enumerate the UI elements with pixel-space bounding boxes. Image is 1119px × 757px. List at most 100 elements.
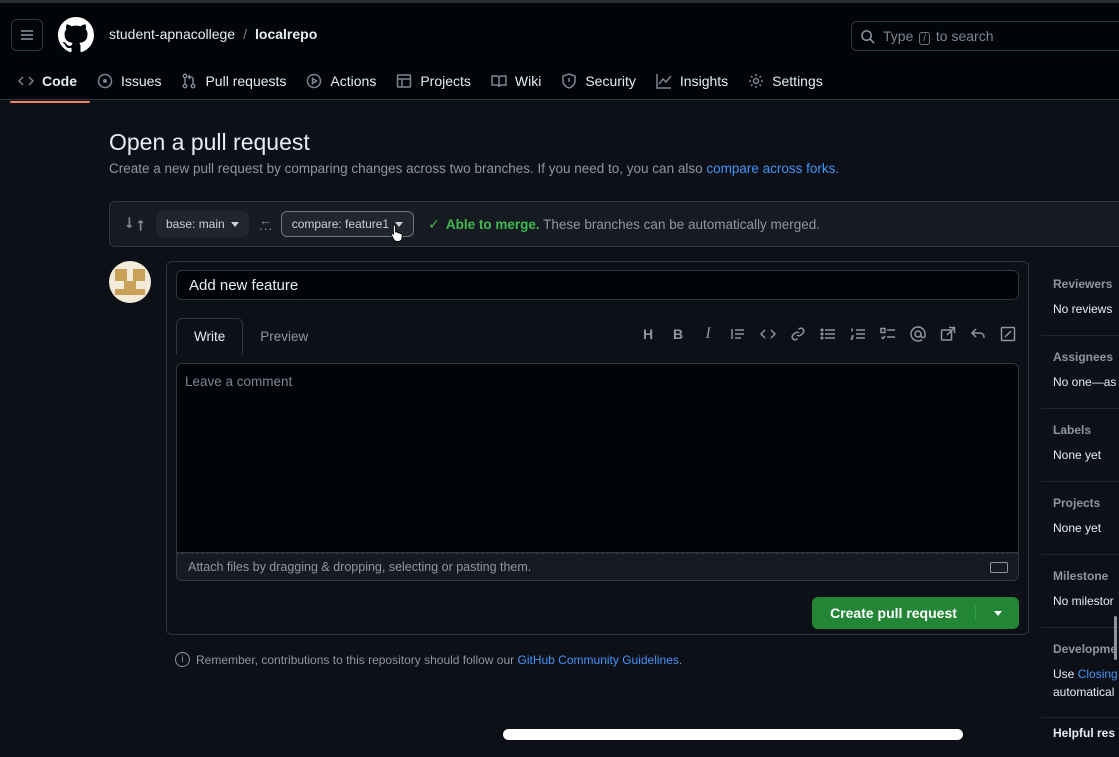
git-compare-icon (126, 217, 144, 231)
global-header: student-apnacollege / localrepo Type / t… (0, 0, 1119, 103)
quote-icon[interactable] (728, 324, 748, 344)
scrollbar[interactable] (1114, 616, 1117, 660)
github-logo-icon[interactable] (58, 17, 94, 53)
hamburger-icon (21, 30, 33, 40)
unordered-list-icon[interactable] (818, 324, 838, 344)
markdown-icon (990, 562, 1008, 573)
compare-forks-link[interactable]: compare across forks. (706, 161, 839, 176)
tab-wiki[interactable]: Wiki (489, 65, 554, 97)
tab-label: Security (585, 73, 636, 89)
repo-nav: Code Issues Pull requests Actions Projec… (0, 65, 841, 103)
arrow-left-icon: ← ··· (258, 212, 273, 236)
search-icon (861, 29, 875, 44)
tab-label: Actions (330, 73, 377, 89)
search-placeholder: Type / to search (883, 27, 994, 45)
cross-reference-icon[interactable] (938, 324, 958, 344)
sidebar-projects[interactable]: Projects None yet (1041, 482, 1119, 555)
tab-projects[interactable]: Projects (394, 65, 484, 97)
code-icon[interactable] (758, 324, 778, 344)
merge-status-detail: These branches can be automatically merg… (543, 216, 821, 232)
issue-icon (97, 73, 113, 89)
page-title: Open a pull request (109, 129, 310, 155)
ordered-list-icon[interactable] (848, 324, 868, 344)
repo-owner-link[interactable]: student-apnacollege (109, 26, 235, 42)
sidebar-value: automatical (1053, 685, 1115, 699)
create-pull-request-button[interactable]: Create pull request (812, 597, 1019, 629)
tab-label: Settings (772, 73, 823, 89)
create-options-dropdown[interactable] (976, 610, 1019, 616)
comment-textarea[interactable]: Leave a comment (176, 363, 1019, 553)
sidebar-reviewers[interactable]: Reviewers No reviews (1041, 263, 1119, 336)
tab-security[interactable]: Security (559, 65, 649, 97)
page-subtitle: Create a new pull request by comparing c… (109, 161, 840, 176)
pr-sidebar: Reviewers No reviews Assignees No one—as… (1041, 263, 1119, 740)
base-branch-label: base: main (166, 217, 225, 231)
tab-label: Pull requests (205, 73, 287, 89)
sidebar-heading: Assignees (1053, 350, 1114, 364)
shield-icon (562, 73, 577, 89)
repo-name-link[interactable]: localrepo (255, 26, 317, 42)
table-icon (397, 74, 412, 88)
pull-request-form: Add new feature Write Preview H B I Leav… (166, 261, 1029, 635)
search-shortcut-key: / (919, 31, 931, 45)
sidebar-heading: Projects (1053, 496, 1101, 510)
graph-icon (656, 74, 672, 89)
bold-icon[interactable]: B (668, 324, 688, 344)
sidebar-milestone[interactable]: Milestone No milestor (1041, 555, 1119, 628)
main-content: Open a pull request Create a new pull re… (0, 101, 1119, 757)
search-input[interactable]: Type / to search (851, 21, 1119, 51)
file-attachment-area[interactable]: Attach files by dragging & dropping, sel… (176, 553, 1019, 581)
editor-tabs: Write Preview (176, 318, 325, 354)
breadcrumb-separator: / (243, 26, 247, 42)
tab-preview[interactable]: Preview (243, 318, 325, 354)
check-icon: ✓ (428, 215, 440, 232)
tab-issues[interactable]: Issues (95, 65, 174, 97)
tab-label: Code (42, 73, 77, 89)
create-pull-request-label: Create pull request (812, 605, 976, 621)
tab-write[interactable]: Write (176, 318, 244, 354)
sidebar-heading: Milestone (1053, 569, 1109, 583)
fullscreen-icon[interactable] (998, 324, 1018, 344)
tab-pull-requests[interactable]: Pull requests (179, 65, 299, 97)
pr-title-input[interactable]: Add new feature (176, 270, 1019, 300)
gear-icon (749, 74, 764, 88)
mouse-pointer-icon (390, 224, 403, 242)
sidebar-value: None yet (1053, 448, 1102, 462)
closing-keywords-link[interactable]: Closing (1078, 667, 1118, 681)
reply-icon[interactable] (968, 324, 988, 344)
info-icon: i (175, 652, 190, 667)
menu-button[interactable] (11, 19, 43, 51)
branch-range-editor: base: main ← ··· compare: feature1 ✓ Able… (109, 201, 1119, 247)
tab-label: Issues (121, 73, 162, 89)
tab-insights[interactable]: Insights (654, 65, 741, 97)
tab-label: Projects (420, 73, 471, 89)
avatar[interactable] (109, 261, 151, 303)
tab-actions[interactable]: Actions (304, 65, 389, 97)
compare-branch-label: compare: feature1 (291, 217, 390, 231)
chevron-down-icon (230, 221, 239, 227)
merge-status: ✓ Able to merge. These branches can be a… (428, 216, 820, 233)
home-indicator (503, 729, 963, 740)
tab-code[interactable]: Code (10, 65, 90, 103)
sidebar-labels[interactable]: Labels None yet (1041, 409, 1119, 482)
tab-label: Insights (679, 73, 729, 89)
play-icon (307, 73, 322, 89)
italic-icon[interactable]: I (698, 324, 718, 344)
link-icon[interactable] (788, 324, 808, 344)
chevron-down-icon (993, 610, 1002, 616)
tab-label: Wiki (514, 73, 542, 89)
base-branch-select[interactable]: base: main (156, 211, 249, 237)
helpful-resources-heading: Helpful res (1053, 726, 1116, 740)
mention-icon[interactable] (908, 324, 928, 344)
sidebar-value: No milestor (1053, 594, 1114, 608)
sidebar-assignees[interactable]: Assignees No one—as (1041, 336, 1119, 409)
sidebar-value: Use (1053, 667, 1075, 681)
community-guidelines-link[interactable]: GitHub Community Guidelines (518, 653, 679, 667)
code-icon (18, 76, 34, 86)
sidebar-heading: Reviewers (1053, 277, 1113, 291)
sidebar-value: No one—as (1053, 375, 1117, 389)
book-icon (491, 75, 507, 88)
task-list-icon[interactable] (878, 324, 898, 344)
heading-icon[interactable]: H (638, 324, 658, 344)
tab-settings[interactable]: Settings (746, 65, 836, 97)
